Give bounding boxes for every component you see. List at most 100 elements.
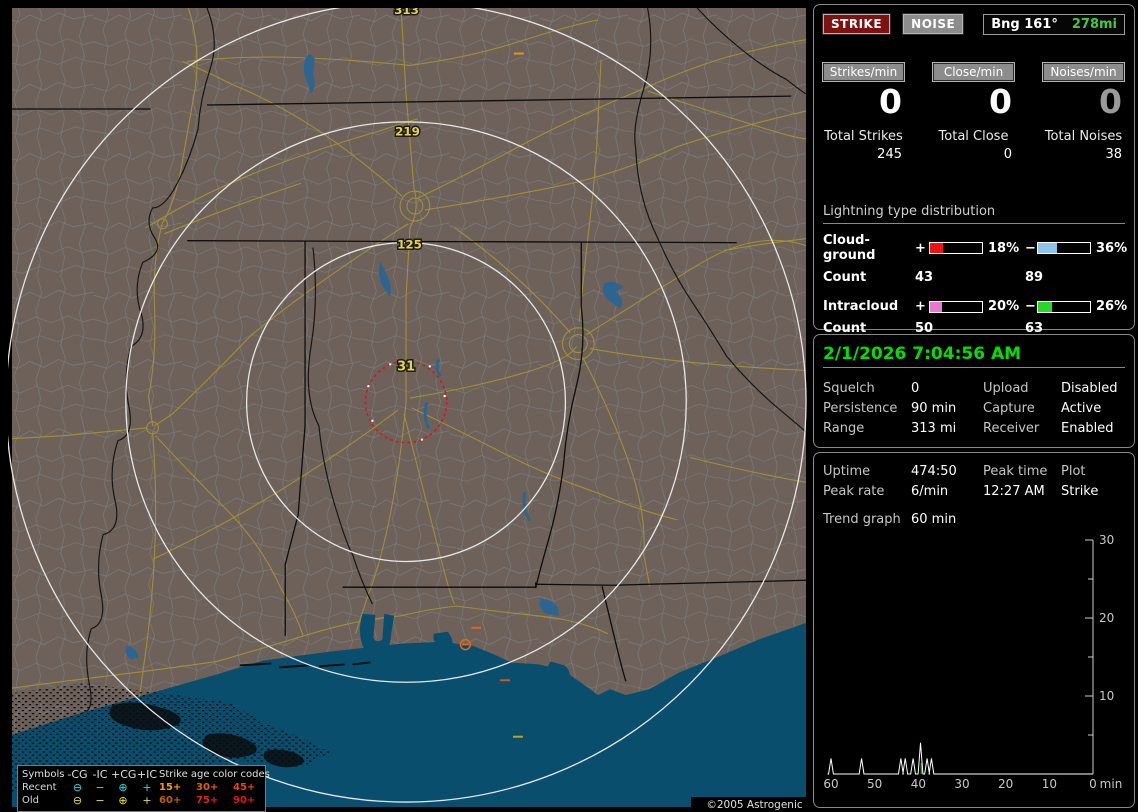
map-legend: Symbols -CG -IC +CG +IC Strike age color… xyxy=(17,765,270,812)
cg-positive-count: 43 xyxy=(915,270,934,286)
trend-graph: 10 20 30 60 50 40 30 20 10 0 min xyxy=(823,533,1123,791)
age-30: 30+ xyxy=(196,782,219,793)
ring-label-219: 219 xyxy=(395,125,420,139)
noise-mode-button[interactable]: NOISE xyxy=(902,13,965,35)
receiver-label: Receiver xyxy=(983,421,1040,436)
svg-text:50: 50 xyxy=(867,777,882,791)
svg-text:0: 0 xyxy=(1089,777,1097,791)
legend-row-recent-label: Recent xyxy=(22,782,57,793)
svg-text:min: min xyxy=(1100,777,1123,791)
squelch-value: 0 xyxy=(911,381,920,396)
uptime-value: 474:50 xyxy=(911,464,957,479)
upload-label: Upload xyxy=(983,381,1029,396)
age-45: 45+ xyxy=(233,782,256,793)
old-ncg-icon: ⊖ xyxy=(72,794,83,807)
datetime-display: 2/1/2026 7:04:56 AM xyxy=(823,344,1125,368)
plot-label: Plot xyxy=(1061,464,1086,479)
plot-mode-value: Strike xyxy=(1061,484,1099,499)
total-close-label: Total Close xyxy=(938,129,1009,145)
legend-col-pcg: +CG xyxy=(111,768,137,781)
cg-positive-bar xyxy=(929,242,983,255)
noises-per-min-value: 0 xyxy=(1099,82,1122,121)
old-pic-icon: + xyxy=(142,794,152,807)
legend-col-nic: -IC xyxy=(92,768,108,781)
persistence-value: 90 min xyxy=(911,401,957,416)
peak-time-value: 12:27 AM xyxy=(983,484,1045,499)
age-15: 15+ xyxy=(159,782,182,793)
svg-text:20: 20 xyxy=(998,777,1013,791)
ring-label-31: 31 xyxy=(397,359,415,374)
trend-window-value: 60 min xyxy=(911,512,957,527)
bearing-label: Bng 161° xyxy=(991,17,1058,32)
ring-label-313: 313 xyxy=(394,8,419,17)
total-strikes-value: 245 xyxy=(877,147,902,163)
old-nic-icon: − xyxy=(95,794,105,807)
cg-negative-pct: 36% xyxy=(1096,240,1128,256)
total-noises-value: 38 xyxy=(1105,147,1122,163)
svg-text:10: 10 xyxy=(1042,777,1057,791)
cg-negative-count: 89 xyxy=(1025,270,1044,286)
ring-label-125: 125 xyxy=(397,238,422,252)
map-canvas[interactable]: 313 219 125 31 xyxy=(8,8,810,807)
ic-positive-pct: 20% xyxy=(988,299,1020,315)
legend-col-pic: +IC xyxy=(136,768,158,781)
intracloud-label: Intracloud xyxy=(823,299,899,315)
strike-mode-button[interactable]: STRIKE xyxy=(821,13,892,35)
svg-text:40: 40 xyxy=(911,777,926,791)
capture-label: Capture xyxy=(983,401,1035,416)
peak-rate-label: Peak rate xyxy=(823,484,885,499)
total-close-value: 0 xyxy=(1003,147,1012,163)
ic-negative-bar xyxy=(1037,300,1091,313)
peak-rate-value: 6/min xyxy=(911,484,949,499)
svg-text:60: 60 xyxy=(823,777,838,791)
close-per-min-value: 0 xyxy=(989,82,1012,121)
cg-negative-bar xyxy=(1037,242,1091,255)
total-noises-label: Total Noises xyxy=(1044,129,1123,145)
strikes-per-min-value: 0 xyxy=(879,82,902,121)
distribution-title: Lightning type distribution xyxy=(823,204,1125,225)
strikes-per-min-button[interactable]: Strikes/min xyxy=(822,62,905,82)
app-window: 313 219 125 31 Symbols -CG -IC +CG +IC S… xyxy=(0,0,1138,812)
old-pcg-icon: ⊕ xyxy=(118,794,128,807)
ic-positive-bar xyxy=(929,300,983,313)
cg-count-label: Count xyxy=(823,270,867,286)
age-90: 90+ xyxy=(233,795,256,806)
close-per-min-button[interactable]: Close/min xyxy=(932,62,1015,82)
recent-nic-icon: − xyxy=(95,781,105,794)
bearing-distance: 278mi xyxy=(1071,17,1117,32)
recent-pcg-icon: ⊕ xyxy=(118,781,128,794)
age-75: 75+ xyxy=(196,795,219,806)
cg-positive-pct: 18% xyxy=(988,240,1020,256)
copyright-notice: ©2005 Astrogenic Systems xyxy=(691,797,818,812)
trend-graph-label: Trend graph xyxy=(823,512,901,527)
legend-col-ncg: -CG xyxy=(67,768,88,781)
plus-sign: + xyxy=(915,240,926,256)
ic-negative-pct: 26% xyxy=(1096,299,1128,315)
range-label: Range xyxy=(823,421,865,436)
persistence-label: Persistence xyxy=(823,401,898,416)
plus-sign: + xyxy=(915,299,926,315)
minus-sign: − xyxy=(1025,299,1036,315)
svg-text:10: 10 xyxy=(1099,689,1114,703)
noises-per-min-button[interactable]: Noises/min xyxy=(1042,62,1125,82)
receiver-status: Enabled xyxy=(1061,421,1114,436)
legend-symbols-label: Symbols xyxy=(22,769,65,780)
minus-sign: − xyxy=(1025,240,1036,256)
peak-time-label: Peak time xyxy=(983,464,1048,479)
lightning-map[interactable]: 313 219 125 31 Symbols -CG -IC +CG +IC S… xyxy=(8,8,818,812)
bearing-display: Bng 161° 278mi xyxy=(983,14,1125,35)
age-60: 60+ xyxy=(159,795,182,806)
range-value: 313 mi xyxy=(911,421,957,436)
svg-text:20: 20 xyxy=(1099,611,1114,625)
svg-text:30: 30 xyxy=(954,777,969,791)
trend-panel: Uptime 474:50 Peak time Plot Peak rate 6… xyxy=(813,452,1135,808)
strike-stats-panel: STRIKE NOISE Bng 161° 278mi Strikes/min C… xyxy=(813,4,1135,336)
recent-pic-icon: + xyxy=(142,781,152,794)
svg-text:30: 30 xyxy=(1099,534,1114,547)
uptime-label: Uptime xyxy=(823,464,871,479)
squelch-label: Squelch xyxy=(823,381,875,396)
total-strikes-label: Total Strikes xyxy=(824,129,903,145)
cloud-ground-label: Cloud-ground xyxy=(823,233,876,264)
legend-age-header: Strike age color codes xyxy=(159,769,270,780)
recent-ncg-icon: ⊖ xyxy=(72,781,83,794)
